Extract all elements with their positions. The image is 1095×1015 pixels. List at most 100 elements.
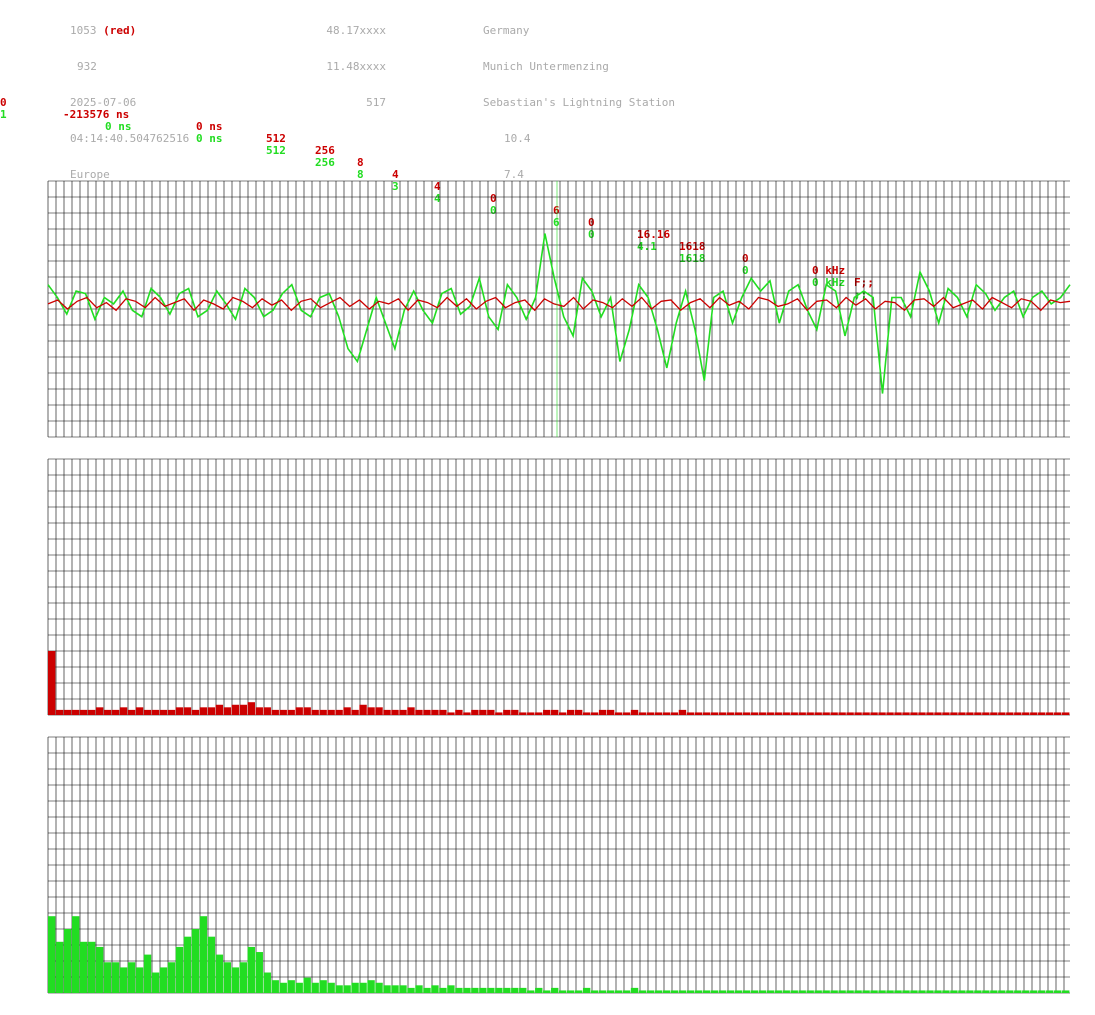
spectrum-bar — [958, 712, 966, 715]
spectrum-bar — [926, 990, 934, 993]
spectrum-bar — [574, 709, 583, 715]
spectrum-bar — [95, 946, 104, 993]
spectrum-bar — [463, 712, 471, 715]
spectrum-bar — [998, 712, 1006, 715]
spectrum-bar — [295, 707, 303, 715]
spectrum-bar — [798, 712, 806, 715]
spectrum-bar — [862, 990, 870, 993]
spectrum-bar — [662, 990, 671, 993]
spectrum-bar — [191, 929, 200, 993]
spectrum-bar — [55, 709, 64, 715]
grid-lines — [47, 458, 1070, 716]
spectrum-bar — [990, 990, 998, 993]
spectrum-bar — [135, 707, 144, 715]
spectrum-bar — [48, 916, 56, 993]
spectrum-bar — [854, 712, 862, 715]
spectrum-bar — [407, 707, 415, 715]
spectrum-bar — [702, 990, 711, 993]
spectrum-bar — [918, 990, 926, 993]
spectrum-bar — [399, 985, 407, 993]
spectrum-bar — [295, 982, 303, 993]
spectrum-bar — [527, 990, 535, 993]
spectrum-bar — [646, 990, 655, 993]
spectrum-bar — [686, 990, 695, 993]
spectrum-bar — [886, 990, 894, 993]
spectrum-bar — [103, 962, 112, 993]
spectrum-bar — [638, 712, 647, 715]
spectrum-bar — [183, 936, 192, 993]
spectrum-bar — [750, 712, 759, 715]
spectrum-bar — [902, 712, 910, 715]
spectrum-bar — [1014, 712, 1022, 715]
spectrum-bar — [159, 709, 168, 715]
spectrum-bar — [894, 712, 902, 715]
spectrum-bar — [1062, 712, 1070, 715]
spectrum-bar — [519, 712, 527, 715]
spectrum-bar — [495, 712, 503, 715]
spectrum-bar — [590, 712, 599, 715]
spectrum-bar — [327, 709, 335, 715]
spectrum-bar — [566, 709, 575, 715]
spectrum-bar — [471, 709, 479, 715]
spectrum-bar — [630, 709, 639, 715]
spectrum-bar — [151, 972, 160, 993]
spectrum-bar — [511, 709, 519, 715]
spectrum-bar — [766, 712, 774, 715]
spectrum-bar — [630, 987, 639, 993]
spectrum-bar — [423, 709, 431, 715]
spectrum-bar — [934, 712, 942, 715]
spectrum-bar — [790, 712, 798, 715]
spectrum-bar — [982, 990, 990, 993]
spectrum-bar — [127, 962, 136, 993]
spectrum-bar — [718, 712, 727, 715]
spectrum-bar — [814, 712, 822, 715]
spectrum-bar — [175, 946, 184, 993]
spectrum-bar — [830, 990, 838, 993]
spectrum-bar — [439, 709, 447, 715]
spectrum-bar — [287, 709, 295, 715]
spectrum-bar — [574, 990, 583, 993]
spectrum-bar — [175, 707, 184, 715]
spectrum-bar — [1062, 990, 1070, 993]
spectrum-bar — [143, 709, 152, 715]
spectrum-bar — [966, 990, 974, 993]
spectrum-bar — [391, 985, 399, 993]
spectrum-bar — [479, 709, 487, 715]
spectrum-bar — [646, 712, 655, 715]
spectrum-bar — [694, 712, 703, 715]
spectrum-bar — [303, 707, 311, 715]
spectrum-bar — [119, 707, 128, 715]
spectrum-bar — [455, 709, 463, 715]
spectrum-bar — [447, 712, 455, 715]
spectrum-bar — [487, 987, 495, 993]
spectrum-bar — [990, 712, 998, 715]
spectrum-bar — [774, 990, 782, 993]
spectrum-bar — [551, 987, 559, 993]
spectrum-bar — [598, 990, 607, 993]
spectrum-bar — [638, 990, 647, 993]
spectrum-bar — [894, 990, 902, 993]
spectrum-bar — [223, 962, 232, 993]
spectrum-bar — [239, 704, 248, 715]
spectrum-bar — [191, 709, 200, 715]
spectrum-bar — [255, 707, 263, 715]
spectrum-bar — [543, 990, 551, 993]
spectrum-bar — [535, 987, 543, 993]
spectrum-bar — [87, 941, 96, 993]
spectrum-bar — [814, 990, 822, 993]
spectrum-bar — [335, 985, 343, 993]
spectrum-bar — [519, 987, 527, 993]
spectrum-bar — [846, 712, 854, 715]
spectrum-bar — [159, 967, 168, 993]
spectrum-bar — [1022, 712, 1030, 715]
spectrum-bar — [1046, 990, 1054, 993]
spectrum-bar — [87, 709, 96, 715]
spectrum-bar — [1030, 712, 1038, 715]
spectrum-bar — [1054, 990, 1062, 993]
spectrum-bar — [942, 990, 950, 993]
spectrum-bar — [1014, 990, 1022, 993]
spectrum-bar — [199, 916, 208, 993]
spectrum-bar — [319, 980, 327, 993]
spectrum-bar — [958, 990, 966, 993]
spectrum-bar — [670, 712, 679, 715]
